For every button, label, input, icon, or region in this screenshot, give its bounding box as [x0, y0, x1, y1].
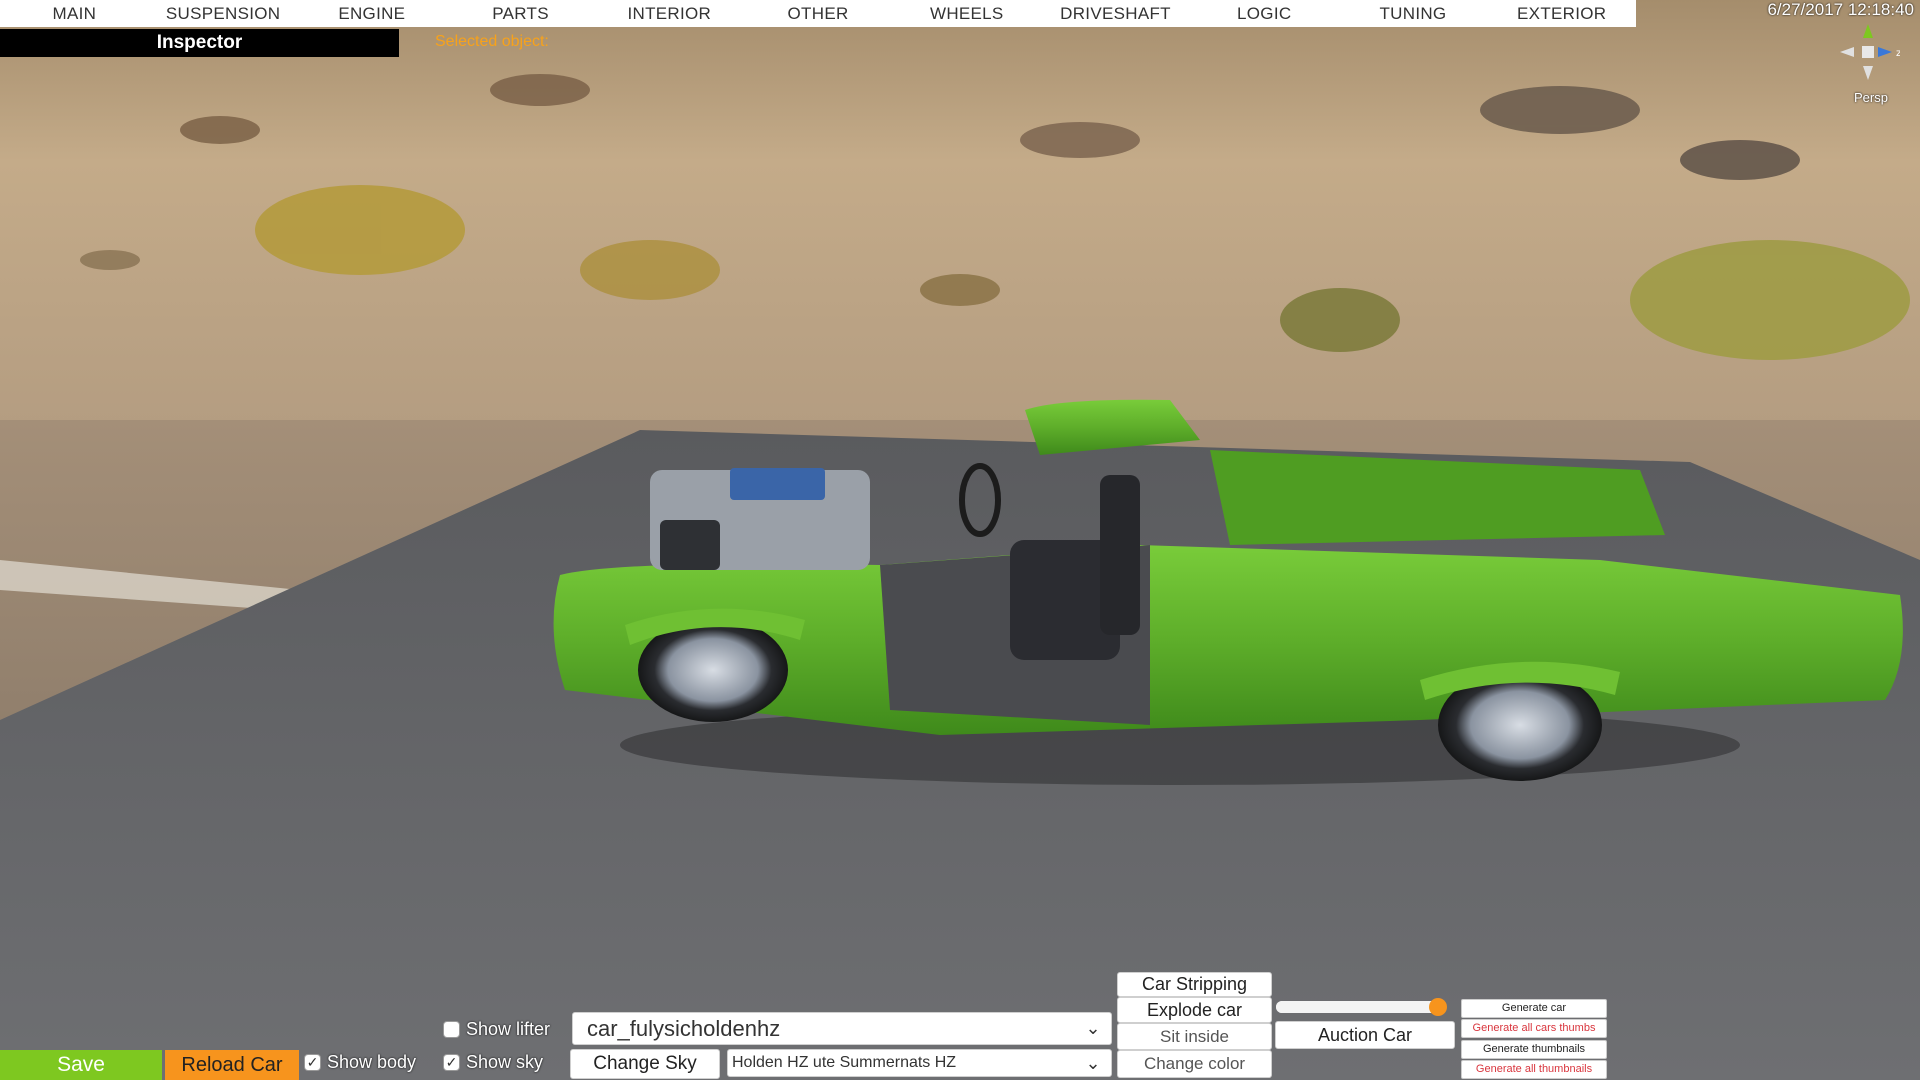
show-sky-toggle[interactable]: ✓ Show sky [443, 1052, 543, 1073]
3d-viewport[interactable] [0, 0, 1920, 1080]
sit-inside-button[interactable]: Sit inside [1117, 1023, 1272, 1050]
sky-select-value: Holden HZ ute Summernats HZ [732, 1054, 957, 1071]
generate-all-cars-thumbs-button[interactable]: Generate all cars thumbs [1461, 1019, 1607, 1038]
change-color-button[interactable]: Change color [1117, 1050, 1272, 1078]
tab-interior[interactable]: INTERIOR [595, 0, 744, 27]
show-lifter-label: Show lifter [466, 1019, 551, 1039]
car-select-dropdown[interactable]: car_fulysicholdenhz ⌄ [572, 1012, 1112, 1045]
show-body-label: Show body [327, 1052, 417, 1072]
show-sky-label: Show sky [466, 1052, 544, 1072]
save-button[interactable]: Save [0, 1050, 162, 1080]
sky-select-dropdown[interactable]: Holden HZ ute Summernats HZ ⌄ [727, 1049, 1112, 1077]
checkbox-icon[interactable] [443, 1021, 460, 1038]
reload-car-button[interactable]: Reload Car [165, 1050, 299, 1080]
tab-main[interactable]: MAIN [0, 0, 149, 27]
show-body-toggle[interactable]: ✓ Show body [304, 1052, 416, 1073]
tab-parts[interactable]: PARTS [446, 0, 595, 27]
slider-thumb[interactable] [1428, 998, 1447, 1016]
tab-wheels[interactable]: WHEELS [892, 0, 1041, 27]
inspector-header[interactable]: Inspector [0, 29, 399, 57]
auction-car-button[interactable]: Auction Car [1275, 1021, 1455, 1049]
change-sky-button[interactable]: Change Sky [570, 1049, 720, 1079]
car-stripping-button[interactable]: Car Stripping [1117, 972, 1272, 997]
tab-engine[interactable]: ENGINE [297, 0, 446, 27]
axis-gizmo-icon[interactable]: z [1836, 20, 1900, 84]
top-menu-bar: MAIN SUSPENSION ENGINE PARTS INTERIOR OT… [0, 0, 1636, 27]
selected-object-label: Selected object: [435, 33, 549, 50]
tab-tuning[interactable]: TUNING [1339, 0, 1488, 27]
gizmo-axis-label: z [1896, 48, 1900, 59]
chevron-down-icon: ⌄ [1085, 1052, 1101, 1073]
checkbox-icon[interactable]: ✓ [443, 1054, 460, 1071]
tab-logic[interactable]: LOGIC [1190, 0, 1339, 27]
generate-car-button[interactable]: Generate car [1461, 999, 1607, 1018]
show-lifter-toggle[interactable]: Show lifter [443, 1019, 550, 1040]
tab-driveshaft[interactable]: DRIVESHAFT [1041, 0, 1190, 27]
camera-mode-label[interactable]: Persp [1854, 90, 1888, 105]
tab-other[interactable]: OTHER [744, 0, 893, 27]
generate-all-thumbnails-button[interactable]: Generate all thumbnails [1461, 1060, 1607, 1079]
tab-suspension[interactable]: SUSPENSION [149, 0, 298, 27]
tab-exterior[interactable]: EXTERIOR [1487, 0, 1636, 27]
generate-thumbnails-button[interactable]: Generate thumbnails [1461, 1040, 1607, 1059]
chevron-down-icon: ⌄ [1085, 1018, 1101, 1038]
slider-fill [1276, 1001, 1438, 1013]
explode-car-button[interactable]: Explode car [1117, 997, 1272, 1023]
datetime-readout: 6/27/2017 12:18:40 [1767, 0, 1914, 19]
auction-slider[interactable] [1276, 998, 1447, 1016]
car-select-value: car_fulysicholdenhz [587, 1015, 781, 1041]
checkbox-icon[interactable]: ✓ [304, 1054, 321, 1071]
